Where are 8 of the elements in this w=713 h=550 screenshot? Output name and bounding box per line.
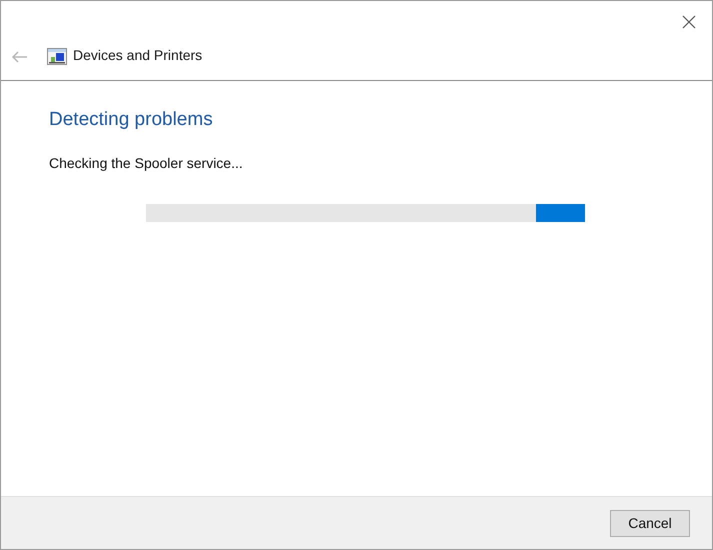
status-text: Checking the Spooler service... [49,154,244,173]
close-button[interactable] [680,13,698,31]
back-arrow-icon [12,51,28,63]
page-heading: Detecting problems [49,108,214,132]
printer-folder-icon [47,48,67,65]
close-icon [682,15,696,29]
window-title: Devices and Printers [73,46,202,65]
cancel-button[interactable]: Cancel [610,510,690,536]
